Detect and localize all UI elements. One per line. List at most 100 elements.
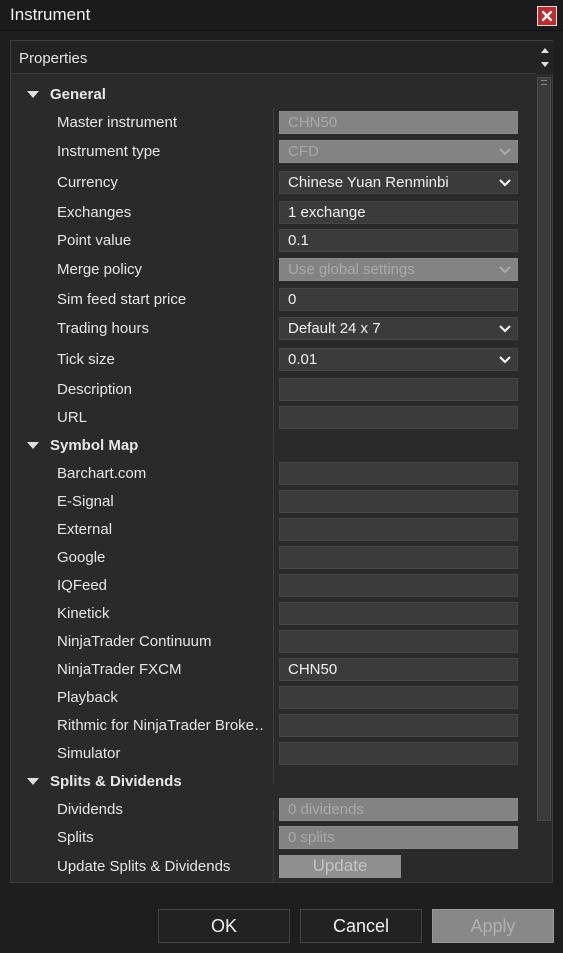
field-value: Default 24 x 7 bbox=[288, 320, 381, 337]
property-label: Kinetick bbox=[57, 605, 110, 622]
triangle-down-icon[interactable] bbox=[27, 442, 39, 449]
property-row-currency: Currency Chinese Yuan Renminbi bbox=[11, 169, 534, 197]
property-label: NinjaTrader FXCM bbox=[57, 661, 182, 678]
property-label: Simulator bbox=[57, 745, 121, 762]
property-row-url: URL bbox=[11, 404, 534, 432]
vertical-scrollbar[interactable] bbox=[537, 77, 551, 821]
kinetick-field[interactable] bbox=[279, 602, 518, 625]
property-row-kinetick: Kinetick bbox=[11, 600, 534, 628]
field-value: CHN50 bbox=[288, 114, 338, 131]
property-label: Exchanges bbox=[57, 204, 132, 221]
google-field[interactable] bbox=[279, 546, 518, 569]
properties-header: Properties bbox=[11, 41, 536, 74]
close-button[interactable] bbox=[537, 6, 557, 26]
property-row-nt-fxcm: NinjaTrader FXCM CHN50 bbox=[11, 656, 534, 684]
point-value-field[interactable]: 0.1 bbox=[279, 229, 518, 252]
field-value: 0.01 bbox=[288, 351, 318, 368]
tick-size-select[interactable]: 0.01 bbox=[279, 348, 518, 371]
rithmic-field[interactable] bbox=[279, 714, 518, 737]
field-value: Chinese Yuan Renminbi bbox=[288, 174, 449, 191]
field-value: Use global settings bbox=[288, 261, 415, 278]
nt-fxcm-field[interactable]: CHN50 bbox=[279, 658, 518, 681]
scroll-thumb-grip[interactable] bbox=[541, 80, 547, 85]
property-label: Barchart.com bbox=[57, 465, 147, 482]
barchart-field[interactable] bbox=[279, 462, 518, 485]
property-row-exchanges: Exchanges 1 exchange bbox=[11, 199, 534, 227]
property-label: Rithmic for NinjaTrader Broke… bbox=[57, 717, 265, 734]
update-button[interactable]: Update bbox=[279, 855, 401, 878]
property-label: IQFeed bbox=[57, 577, 108, 594]
property-label: Update Splits & Dividends bbox=[57, 858, 231, 875]
property-row-description: Description bbox=[11, 376, 534, 404]
playback-field[interactable] bbox=[279, 686, 518, 709]
category-label: Symbol Map bbox=[50, 437, 139, 454]
property-label: Description bbox=[57, 381, 133, 398]
sim-feed-start-price-field[interactable]: 0 bbox=[279, 288, 518, 311]
property-row-tick-size: Tick size 0.01 bbox=[11, 346, 534, 374]
dividends-field: 0 dividends bbox=[279, 798, 518, 821]
property-row-sim-feed-start-price: Sim feed start price 0 bbox=[11, 286, 534, 314]
properties-panel: Properties General Master instrument CHN… bbox=[10, 40, 554, 883]
chevron-down-icon[interactable] bbox=[498, 353, 512, 367]
category-label: General bbox=[50, 86, 106, 103]
description-field[interactable] bbox=[279, 378, 518, 401]
external-field[interactable] bbox=[279, 518, 518, 541]
category-splits-dividends[interactable]: Splits & Dividends bbox=[11, 769, 534, 795]
apply-button[interactable]: Apply bbox=[432, 909, 554, 943]
merge-policy-select: Use global settings bbox=[279, 258, 518, 281]
property-row-barchart: Barchart.com bbox=[11, 460, 534, 488]
property-label: Instrument type bbox=[57, 143, 161, 160]
master-instrument-field: CHN50 bbox=[279, 111, 518, 134]
url-field[interactable] bbox=[279, 406, 518, 429]
property-row-external: External bbox=[11, 516, 534, 544]
iqfeed-field[interactable] bbox=[279, 574, 518, 597]
property-label: Currency bbox=[57, 174, 118, 191]
field-value: CHN50 bbox=[288, 661, 338, 678]
property-label: E-Signal bbox=[57, 493, 114, 510]
field-value: 0 dividends bbox=[288, 801, 364, 818]
property-row-google: Google bbox=[11, 544, 534, 572]
currency-select[interactable]: Chinese Yuan Renminbi bbox=[279, 171, 518, 194]
chevron-down-icon bbox=[499, 148, 511, 156]
category-label: Splits & Dividends bbox=[50, 773, 182, 790]
property-label: Splits bbox=[57, 829, 94, 846]
chevron-down-icon[interactable] bbox=[498, 322, 512, 336]
ok-button[interactable]: OK bbox=[158, 909, 290, 943]
triangle-down-icon[interactable] bbox=[27, 778, 39, 785]
simulator-field[interactable] bbox=[279, 742, 518, 765]
field-value: 0 splits bbox=[288, 829, 335, 846]
exchanges-field[interactable]: 1 exchange bbox=[279, 201, 518, 224]
arrow-down-icon[interactable] bbox=[540, 60, 550, 70]
property-row-trading-hours: Trading hours Default 24 x 7 bbox=[11, 315, 534, 343]
property-row-simulator: Simulator bbox=[11, 740, 534, 768]
property-label: Dividends bbox=[57, 801, 123, 818]
property-row-rithmic: Rithmic for NinjaTrader Broke… bbox=[11, 712, 534, 740]
header-scroll-buttons bbox=[536, 41, 554, 74]
property-row-nt-continuum: NinjaTrader Continuum bbox=[11, 628, 534, 656]
chevron-down-icon[interactable] bbox=[498, 176, 512, 190]
close-icon bbox=[541, 10, 553, 22]
trading-hours-select[interactable]: Default 24 x 7 bbox=[279, 317, 518, 340]
category-general[interactable]: General bbox=[11, 82, 534, 108]
property-label: NinjaTrader Continuum bbox=[57, 633, 212, 650]
property-row-instrument-type: Instrument type CFD bbox=[11, 138, 534, 166]
property-row-iqfeed: IQFeed bbox=[11, 572, 534, 600]
property-label: External bbox=[57, 521, 113, 538]
window-title: Instrument bbox=[10, 5, 91, 24]
triangle-down-icon[interactable] bbox=[27, 91, 39, 98]
arrow-up-icon[interactable] bbox=[540, 45, 550, 55]
properties-title: Properties bbox=[19, 50, 88, 67]
property-label: Playback bbox=[57, 689, 118, 706]
cancel-button[interactable]: Cancel bbox=[300, 909, 422, 943]
property-row-playback: Playback bbox=[11, 684, 534, 712]
category-symbol-map[interactable]: Symbol Map bbox=[11, 433, 534, 459]
property-row-splits: Splits 0 splits bbox=[11, 824, 534, 852]
property-row-update-splits: Update Splits & Dividends Update bbox=[11, 853, 534, 881]
nt-continuum-field[interactable] bbox=[279, 630, 518, 653]
property-row-dividends: Dividends 0 dividends bbox=[11, 796, 534, 824]
splits-field: 0 splits bbox=[279, 826, 518, 849]
property-row-master-instrument: Master instrument CHN50 bbox=[11, 109, 534, 137]
esignal-field[interactable] bbox=[279, 490, 518, 513]
property-label: Tick size bbox=[57, 351, 115, 368]
property-label: Google bbox=[57, 549, 106, 566]
